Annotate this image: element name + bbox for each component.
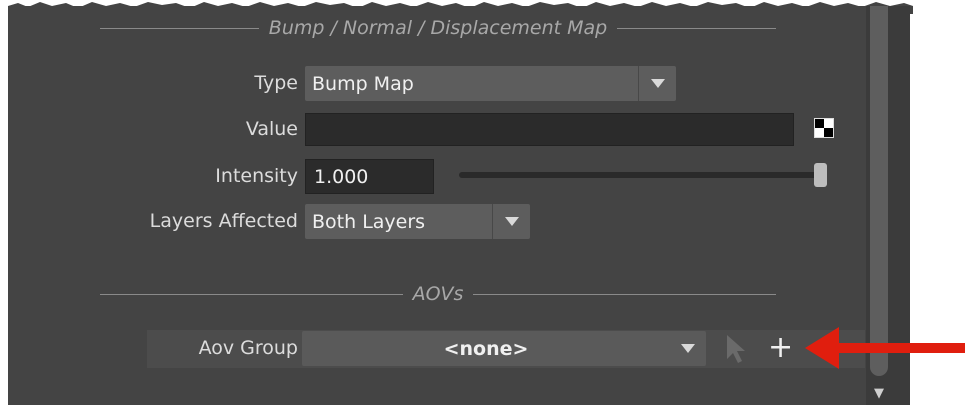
type-dropdown-value: Bump Map [312, 72, 414, 95]
chevron-down-icon[interactable] [638, 66, 676, 101]
intensity-field[interactable]: 1.000 [305, 159, 434, 194]
intensity-label: Intensity [215, 165, 298, 187]
chevron-down-icon[interactable] [670, 344, 706, 353]
aov-section-title: AOVs [412, 283, 464, 305]
header-rule-right [617, 27, 776, 29]
type-label: Type [254, 72, 298, 94]
value-field[interactable] [305, 113, 794, 146]
scrollbar-thumb[interactable] [870, 6, 888, 376]
layers-affected-dropdown[interactable]: Both Layers [305, 204, 530, 239]
type-dropdown[interactable]: Bump Map [305, 66, 676, 101]
layers-affected-label: Layers Affected [149, 210, 298, 232]
checker-icon[interactable] [814, 118, 834, 138]
layers-affected-value: Both Layers [312, 210, 426, 233]
triangle-down-icon[interactable]: ▼ [866, 381, 892, 405]
plus-icon[interactable]: + [768, 330, 793, 366]
cursor-arrow-icon[interactable] [725, 333, 747, 365]
torn-edge [8, 2, 913, 14]
bump-section-title: Bump / Normal / Displacement Map [268, 17, 608, 39]
chevron-down-icon[interactable] [492, 204, 530, 239]
aov-group-dropdown[interactable]: <none> [302, 331, 706, 366]
intensity-field-text: 1.000 [314, 165, 369, 188]
header-rule-left [100, 27, 259, 29]
aov-group-label: Aov Group [198, 337, 298, 359]
intensity-slider-thumb[interactable] [814, 163, 827, 187]
red-arrow-icon [805, 327, 965, 369]
intensity-slider-track[interactable] [459, 172, 825, 178]
aov-group-value: <none> [443, 337, 529, 360]
aov-section-header: AOVs [100, 283, 777, 305]
header-rule-right [473, 293, 777, 295]
header-rule-left [100, 293, 403, 295]
bump-section-header: Bump / Normal / Displacement Map [100, 17, 776, 39]
value-label: Value [245, 118, 298, 140]
